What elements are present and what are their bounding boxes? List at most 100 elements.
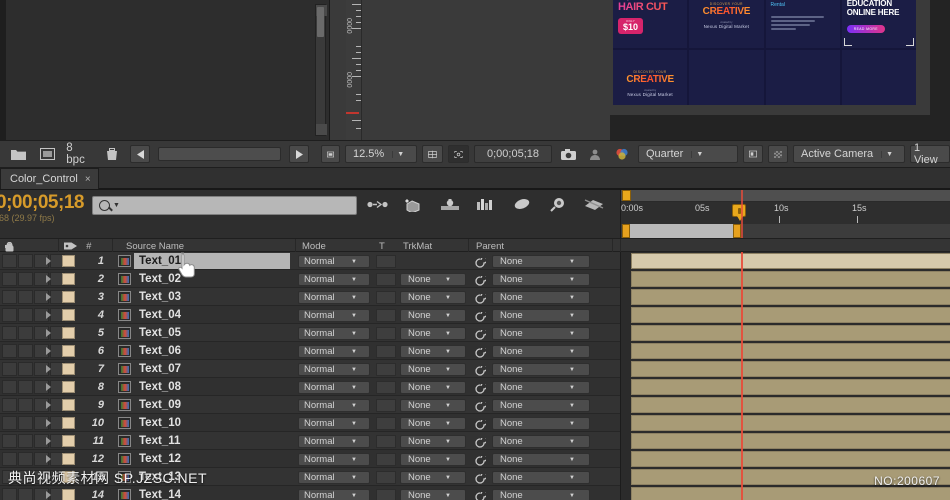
expand-arrow-icon[interactable] (46, 275, 51, 283)
video-toggle[interactable] (2, 272, 17, 286)
expand-arrow-icon[interactable] (46, 311, 51, 319)
av-feature-cells[interactable] (2, 398, 65, 412)
trkmat-dropdown[interactable]: None ▼ (400, 453, 466, 466)
video-toggle[interactable] (2, 308, 17, 322)
video-toggle[interactable] (2, 416, 17, 430)
tab-color-control[interactable]: Color_Control × (0, 168, 99, 189)
preserve-transparency-toggle[interactable] (376, 327, 396, 340)
table-row[interactable]: 5 Text_05 Normal ▼ None ▼ None ▼ (0, 324, 950, 342)
preserve-transparency-toggle[interactable] (376, 417, 396, 430)
layer-name[interactable]: Text_08 (134, 379, 290, 395)
preserve-transparency-toggle[interactable] (376, 255, 396, 268)
video-toggle[interactable] (2, 290, 17, 304)
parent-pickwhip-icon[interactable] (474, 454, 488, 466)
preserve-transparency-toggle[interactable] (376, 363, 396, 376)
trkmat-dropdown[interactable]: None ▼ (400, 489, 466, 500)
layer-name[interactable]: Text_11 (134, 433, 290, 449)
trkmat-dropdown[interactable]: None ▼ (400, 471, 466, 484)
parent-dropdown[interactable]: None ▼ (492, 381, 590, 394)
layer-name[interactable]: Text_09 (134, 397, 290, 413)
audio-toggle[interactable] (18, 290, 33, 304)
parent-pickwhip-icon[interactable] (474, 364, 488, 376)
frame-icon[interactable] (37, 145, 58, 163)
preserve-transparency-toggle[interactable] (376, 399, 396, 412)
label-color-swatch[interactable] (62, 345, 75, 357)
video-toggle[interactable] (2, 434, 17, 448)
expand-arrow-icon[interactable] (46, 455, 51, 463)
video-toggle[interactable] (2, 380, 17, 394)
layer-bar-track[interactable] (620, 288, 950, 306)
audio-toggle[interactable] (18, 308, 33, 322)
preserve-transparency-toggle[interactable] (376, 435, 396, 448)
av-feature-cells[interactable] (2, 308, 65, 322)
view-layout-dropdown[interactable]: Active Camera ▼ (793, 145, 905, 163)
table-row[interactable]: 9 Text_09 Normal ▼ None ▼ None ▼ (0, 396, 950, 414)
blend-mode-dropdown[interactable]: Normal ▼ (298, 327, 370, 340)
parent-pickwhip-icon[interactable] (474, 292, 488, 304)
search-input[interactable]: ▼ (92, 196, 357, 215)
parent-pickwhip-icon[interactable] (474, 256, 488, 268)
trkmat-dropdown[interactable]: None ▼ (400, 309, 466, 322)
parent-dropdown[interactable]: None ▼ (492, 489, 590, 500)
blend-mode-dropdown[interactable]: Normal ▼ (298, 273, 370, 286)
av-feature-cells[interactable] (2, 452, 65, 466)
number-column-header[interactable]: # (86, 241, 91, 252)
blend-mode-dropdown[interactable]: Normal ▼ (298, 363, 370, 376)
current-time-display[interactable]: 0;00;05;18 (0, 192, 84, 214)
expand-arrow-icon[interactable] (46, 347, 51, 355)
expand-arrow-icon[interactable] (46, 383, 51, 391)
table-row[interactable]: 12 Text_12 Normal ▼ None ▼ None ▼ (0, 450, 950, 468)
expand-arrow-icon[interactable] (46, 419, 51, 427)
av-feature-cells[interactable] (2, 362, 65, 376)
audio-toggle[interactable] (18, 254, 33, 268)
region-of-interest-icon[interactable] (448, 145, 469, 163)
blend-mode-dropdown[interactable]: Normal ▼ (298, 399, 370, 412)
parent-dropdown[interactable]: None ▼ (492, 435, 590, 448)
parent-dropdown[interactable]: None ▼ (492, 453, 590, 466)
table-row[interactable]: 2 Text_02 Normal ▼ None ▼ None ▼ (0, 270, 950, 288)
layer-name[interactable]: Text_10 (134, 415, 290, 431)
preserve-transparency-toggle[interactable] (376, 471, 396, 484)
layer-bar-track[interactable] (620, 306, 950, 324)
show-snapshot-icon[interactable] (584, 145, 606, 163)
brainstorm-icon[interactable] (546, 194, 570, 214)
parent-dropdown[interactable]: None ▼ (492, 255, 590, 268)
parent-pickwhip-icon[interactable] (474, 436, 488, 448)
trkmat-dropdown[interactable]: None ▼ (400, 435, 466, 448)
audio-toggle[interactable] (18, 452, 33, 466)
av-feature-cells[interactable] (2, 254, 65, 268)
trkmat-dropdown[interactable]: None ▼ (400, 417, 466, 430)
label-color-swatch[interactable] (62, 453, 75, 465)
work-area-fill[interactable] (623, 224, 739, 238)
preserve-transparency-toggle[interactable] (376, 345, 396, 358)
time-marker[interactable] (732, 204, 746, 221)
mode-column-header[interactable]: Mode (302, 241, 326, 252)
frame-blending-icon[interactable] (402, 194, 426, 214)
shy-icon[interactable] (366, 194, 390, 214)
av-feature-cells[interactable] (2, 416, 65, 430)
table-row[interactable]: 10 Text_10 Normal ▼ None ▼ None ▼ (0, 414, 950, 432)
project-panel[interactable] (0, 0, 330, 140)
timeline-zoom-slider[interactable] (158, 147, 282, 161)
layer-name[interactable]: Text_12 (134, 451, 290, 467)
parent-pickwhip-icon[interactable] (474, 472, 488, 484)
layer-name[interactable]: Text_03 (134, 289, 290, 305)
blend-mode-dropdown[interactable]: Normal ▼ (298, 435, 370, 448)
blend-mode-dropdown[interactable]: Normal ▼ (298, 309, 370, 322)
trash-icon[interactable] (101, 145, 122, 163)
layer-bar-track[interactable] (620, 450, 950, 468)
layer-name[interactable]: Text_07 (134, 361, 290, 377)
label-color-swatch[interactable] (62, 327, 75, 339)
trkmat-dropdown[interactable]: None ▼ (400, 327, 466, 340)
layer-duration-bar[interactable] (631, 379, 950, 395)
audio-toggle[interactable] (18, 380, 33, 394)
right-arrow-icon[interactable] (289, 145, 309, 163)
layer-bar-track[interactable] (620, 396, 950, 414)
av-feature-cells[interactable] (2, 488, 65, 500)
blend-mode-dropdown[interactable]: Normal ▼ (298, 471, 370, 484)
layer-duration-bar[interactable] (631, 307, 950, 323)
blend-mode-dropdown[interactable]: Normal ▼ (298, 417, 370, 430)
video-toggle[interactable] (2, 254, 17, 268)
audio-toggle[interactable] (18, 344, 33, 358)
parent-dropdown[interactable]: None ▼ (492, 471, 590, 484)
